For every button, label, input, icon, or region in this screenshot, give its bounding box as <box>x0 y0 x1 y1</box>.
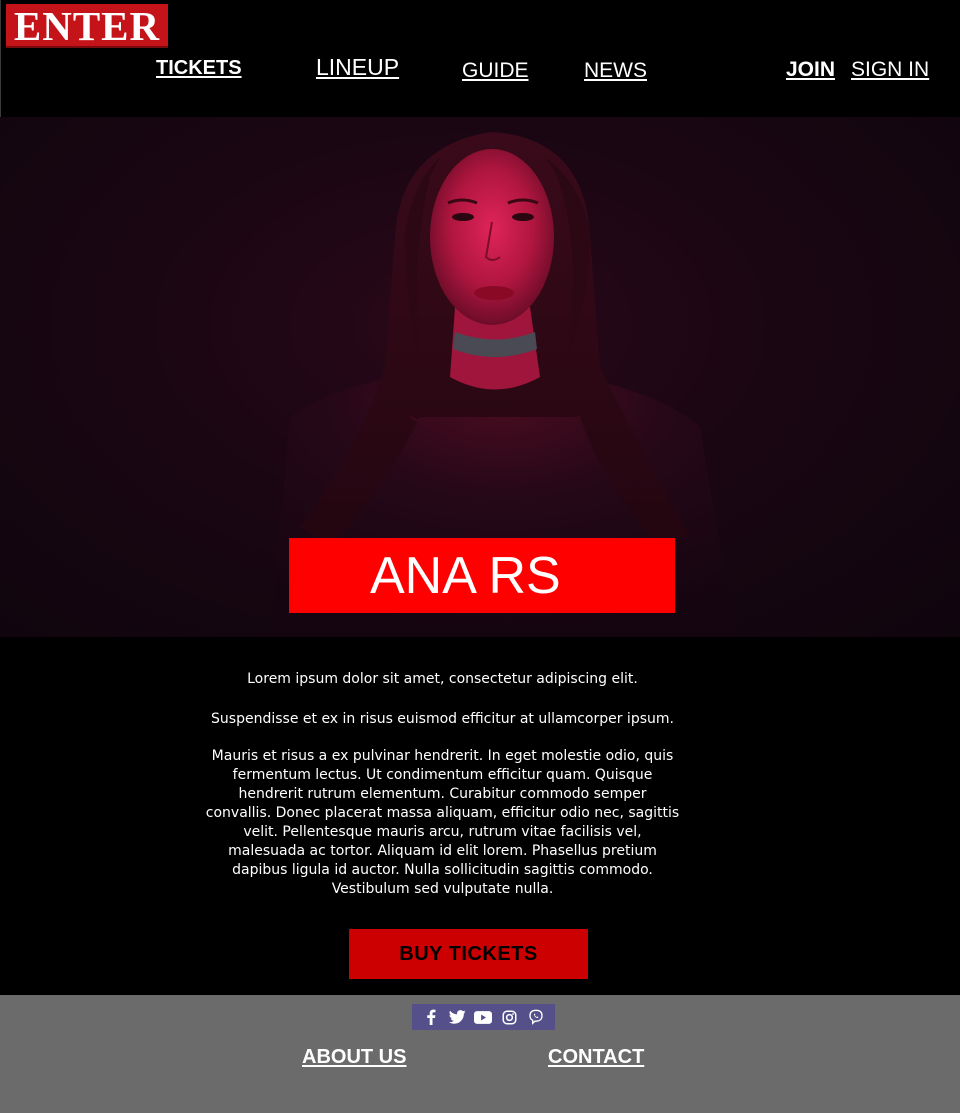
description-paragraph: Lorem ipsum dolor sit amet, consectetur … <box>247 671 638 687</box>
description-paragraph: Suspendisse et ex in risus euismod effic… <box>211 711 674 727</box>
nav-link-lineup[interactable]: LINEUP <box>316 56 399 79</box>
artist-description: Lorem ipsum dolor sit amet, consectetur … <box>205 670 680 899</box>
youtube-icon[interactable] <box>474 1008 493 1026</box>
facebook-icon[interactable] <box>422 1008 440 1026</box>
description-paragraph: Mauris et risus a ex pulvinar hendrerit.… <box>205 748 680 897</box>
footer-link-contact[interactable]: CONTACT <box>548 1047 644 1067</box>
nav-link-tickets[interactable]: TICKETS <box>156 58 242 78</box>
twitter-icon[interactable] <box>448 1008 466 1026</box>
join-link[interactable]: JOIN <box>786 59 835 80</box>
viber-icon[interactable] <box>527 1008 545 1026</box>
sign-in-link[interactable]: SIGN IN <box>851 59 929 80</box>
nav-link-guide[interactable]: GUIDE <box>462 60 529 81</box>
artist-name-banner: ANA RS <box>289 538 675 613</box>
social-links-bar <box>412 1004 555 1030</box>
site-logo[interactable]: ENTER <box>6 4 168 48</box>
instagram-icon[interactable] <box>501 1008 519 1026</box>
buy-tickets-button[interactable]: BUY TICKETS <box>349 929 588 979</box>
site-header: ENTER TICKETS LINEUP GUIDE NEWS JOIN SIG… <box>0 0 960 174</box>
site-footer: ABOUT US CONTACT <box>0 995 960 1113</box>
footer-link-about[interactable]: ABOUT US <box>302 1047 406 1067</box>
nav-link-news[interactable]: NEWS <box>584 60 647 81</box>
